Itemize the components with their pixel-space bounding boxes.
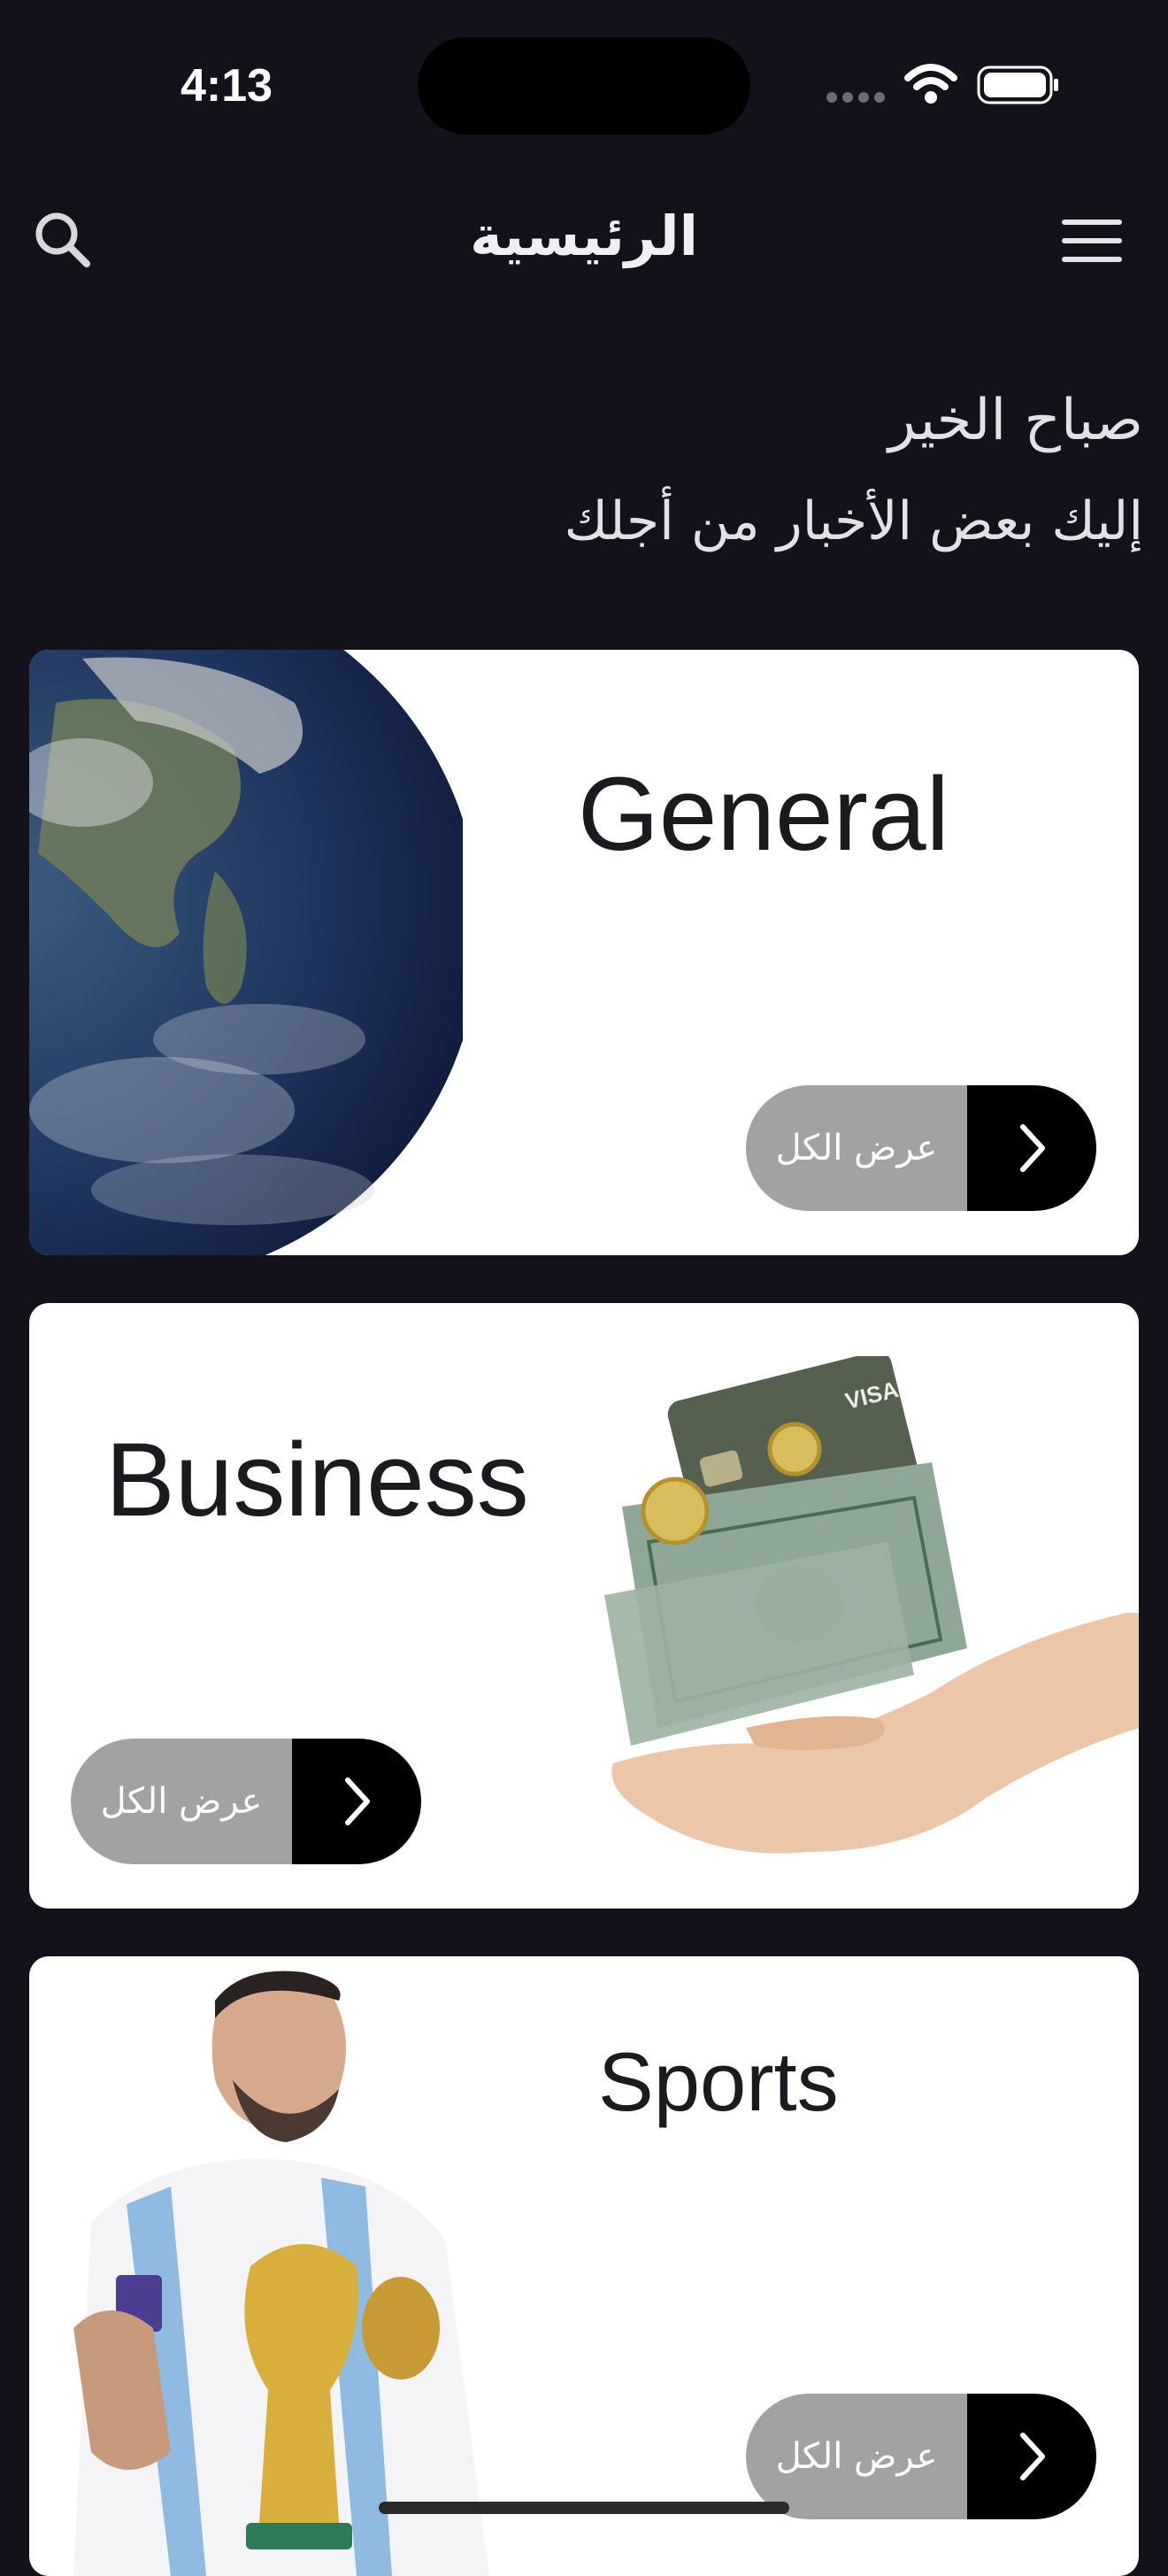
footballer-trophy-image — [73, 1971, 489, 2576]
card-title-general: General — [578, 756, 949, 873]
category-card-business[interactable]: Business VISA عرض الكل — [29, 1303, 1139, 1909]
chevron-right-icon — [345, 1778, 370, 1825]
chevron-right-icon — [1020, 1124, 1045, 1172]
category-card-general[interactable]: General عرض الكل — [29, 650, 1139, 1255]
search-icon[interactable] — [30, 207, 94, 271]
battery-icon — [977, 66, 1058, 104]
card-title-business: Business — [105, 1422, 529, 1539]
view-all-button-sports[interactable]: عرض الكل — [746, 2394, 1096, 2519]
earth-image — [29, 650, 463, 1255]
view-all-button-general[interactable]: عرض الكل — [746, 1085, 1096, 1211]
greeting-title: صباح الخير — [888, 388, 1143, 453]
home-indicator — [379, 2502, 789, 2514]
view-all-arrow — [292, 1739, 421, 1864]
view-all-label: عرض الكل — [71, 1739, 292, 1864]
view-all-label: عرض الكل — [746, 1085, 967, 1211]
view-all-button-business[interactable]: عرض الكل — [71, 1739, 421, 1864]
wifi-icon — [904, 64, 957, 104]
dynamic-island — [418, 37, 750, 135]
status-time: 4:13 — [180, 60, 273, 112]
cellular-signal-icon — [826, 92, 888, 104]
category-card-sports[interactable]: Sports عرض الكل — [29, 1956, 1139, 2576]
view-all-arrow — [967, 2394, 1096, 2519]
chevron-right-icon — [1020, 2433, 1045, 2480]
money-hand-image: VISA — [604, 1356, 1139, 1854]
greeting-subtitle: إليك بعض الأخبار من أجلك — [564, 490, 1143, 552]
card-title-sports: Sports — [598, 2035, 839, 2128]
menu-icon[interactable] — [1060, 216, 1124, 266]
view-all-arrow — [967, 1085, 1096, 1211]
view-all-label: عرض الكل — [746, 2394, 967, 2519]
page-title: الرئيسية — [470, 204, 698, 268]
